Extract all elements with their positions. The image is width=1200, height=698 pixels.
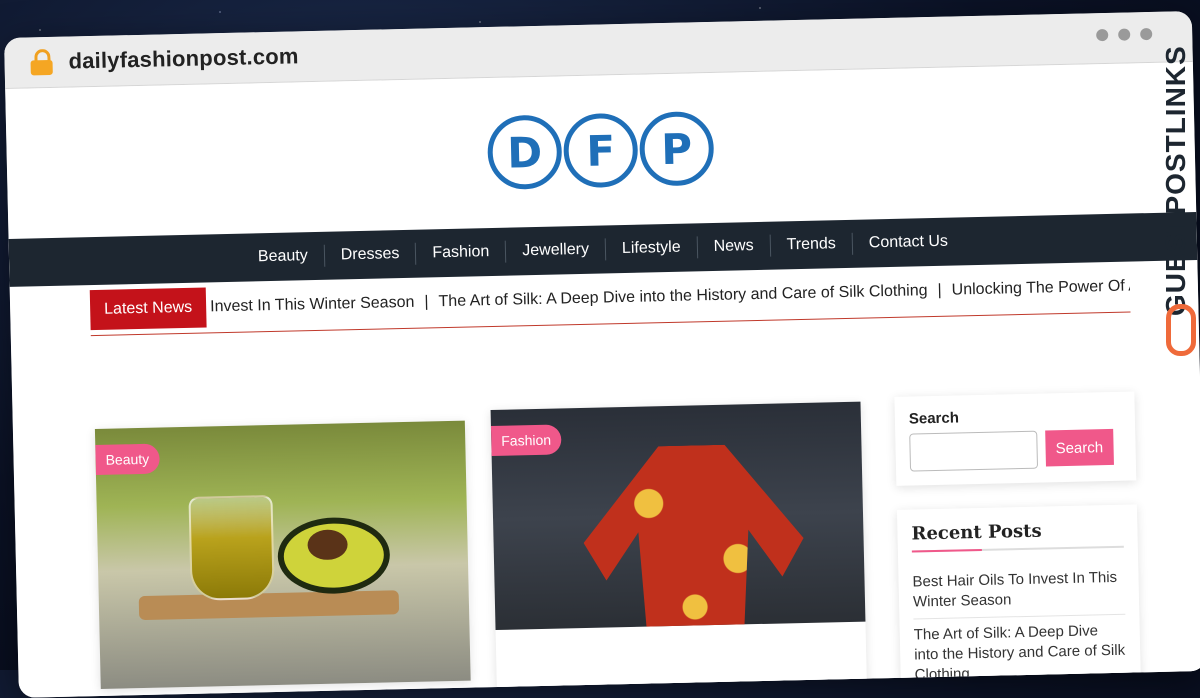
recent-posts-title: Recent Posts <box>911 520 1042 545</box>
nav-item-dresses[interactable]: Dresses <box>324 242 417 267</box>
nav-item-jewellery[interactable]: Jewellery <box>506 238 607 263</box>
category-tag[interactable]: Fashion <box>490 424 562 457</box>
window-menu-dots-icon[interactable] <box>1096 27 1153 42</box>
post-image-silk-kimono[interactable]: Fashion <box>490 401 866 631</box>
ticker-separator: | <box>424 293 429 311</box>
ticker-separator: | <box>937 281 942 299</box>
browser-window: dailyfashionpost.com D F P Beauty Dresse… <box>4 11 1200 698</box>
recent-posts-widget: Recent Posts Best Hair Oils To Invest In… <box>896 504 1142 698</box>
site-logo[interactable]: D F P <box>486 110 715 191</box>
ticker-items: Invest In This Winter Season | The Art of … <box>206 278 1130 317</box>
link-chain-icon <box>1166 304 1196 356</box>
search-input[interactable] <box>909 430 1039 472</box>
title-underline <box>911 545 1124 553</box>
logo-letter: P <box>638 110 715 187</box>
search-widget: Search Search <box>894 391 1137 486</box>
post-card[interactable]: Fashion The Art of Silk: A Deep Dive <box>490 401 868 698</box>
watermark-text: GUESTPOSTLINKS <box>1160 45 1191 316</box>
sidebar: Search Search Recent Posts Best Hair Oil… <box>894 391 1142 698</box>
ticker-link[interactable]: Unlocking The Power Of An <box>952 278 1131 299</box>
nav-item-beauty[interactable]: Beauty <box>241 244 325 269</box>
site-header: D F P <box>5 62 1196 239</box>
guestpostlinks-watermark: GUESTPOSTLINKS <box>1156 45 1196 360</box>
main-content: Beauty Fashion The Art of Silk: A Deep D… <box>94 370 1200 698</box>
recent-post-link[interactable]: Best Hair Oils To Invest In This Winter … <box>912 561 1126 620</box>
ticker-link[interactable]: The Art of Silk: A Deep Dive into the Hi… <box>438 282 927 310</box>
logo-letter: D <box>486 114 563 191</box>
nav-item-fashion[interactable]: Fashion <box>416 240 507 265</box>
nav-item-lifestyle[interactable]: Lifestyle <box>605 236 698 261</box>
post-card[interactable]: Beauty <box>94 420 471 689</box>
nav-item-contact-us[interactable]: Contact Us <box>853 230 965 255</box>
lock-icon <box>30 48 53 76</box>
latest-news-badge: Latest News <box>89 287 207 331</box>
web-page: D F P Beauty Dresses Fashion Jewellery L… <box>5 62 1200 698</box>
post-image-hair-oil[interactable]: Beauty <box>94 420 471 689</box>
nav-item-trends[interactable]: Trends <box>770 232 854 257</box>
post-title[interactable]: The Art of Silk: A Deep Dive <box>513 680 856 698</box>
logo-letter: F <box>562 112 639 189</box>
recent-post-link[interactable]: The Art of Silk: A Deep Dive into the Hi… <box>913 614 1128 693</box>
category-tag[interactable]: Beauty <box>95 443 160 476</box>
url-text[interactable]: dailyfashionpost.com <box>68 43 299 74</box>
nav-item-news[interactable]: News <box>697 234 771 259</box>
ticker-link[interactable]: Invest In This Winter Season <box>210 294 415 316</box>
search-button[interactable]: Search <box>1045 428 1114 467</box>
search-label: Search <box>908 409 960 428</box>
